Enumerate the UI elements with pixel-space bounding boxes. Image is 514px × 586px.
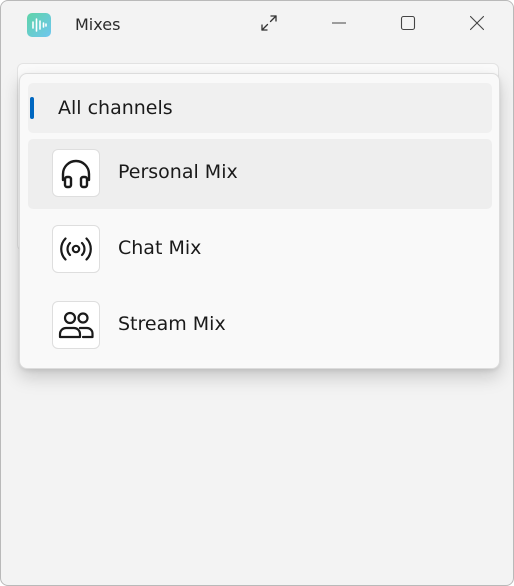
menu-item-all-channels[interactable]: All channels bbox=[28, 83, 492, 133]
broadcast-icon bbox=[52, 225, 100, 273]
people-icon bbox=[52, 301, 100, 349]
expand-arrows-icon bbox=[259, 13, 279, 37]
close-icon bbox=[469, 15, 485, 35]
expand-button[interactable] bbox=[249, 9, 289, 41]
waveform-icon bbox=[27, 13, 51, 37]
window-title: Mixes bbox=[75, 15, 121, 34]
maximize-icon bbox=[400, 15, 416, 35]
menu-item-label: Chat Mix bbox=[118, 237, 202, 259]
selection-indicator bbox=[30, 97, 34, 119]
maximize-button[interactable] bbox=[388, 9, 428, 41]
mixes-window: Mixes All channels Personal Mix Chat Mix… bbox=[0, 0, 514, 586]
title-bar[interactable]: Mixes bbox=[1, 1, 513, 49]
menu-item-label: Stream Mix bbox=[118, 313, 226, 335]
headphones-icon bbox=[52, 149, 100, 197]
menu-item-stream-mix[interactable]: Stream Mix bbox=[28, 291, 492, 361]
menu-item-chat-mix[interactable]: Chat Mix bbox=[28, 215, 492, 285]
menu-item-label: All channels bbox=[58, 97, 173, 119]
menu-item-label: Personal Mix bbox=[118, 161, 238, 183]
mix-selector-flyout: All channels Personal Mix Chat Mix Strea… bbox=[19, 73, 500, 369]
close-button[interactable] bbox=[457, 9, 497, 41]
menu-item-personal-mix[interactable]: Personal Mix bbox=[28, 139, 492, 209]
minimize-button[interactable] bbox=[319, 9, 359, 41]
minimize-icon bbox=[331, 15, 347, 35]
